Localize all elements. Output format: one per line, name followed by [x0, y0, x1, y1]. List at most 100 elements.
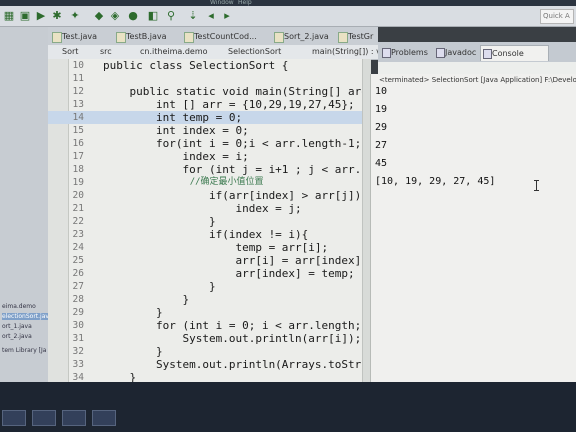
editor-tab-label: Test.java [62, 32, 98, 41]
console-toolbar [378, 62, 576, 74]
taskbar-button[interactable] [92, 410, 116, 426]
breadcrumb-project[interactable]: Sort [62, 45, 78, 59]
breadcrumb: Sort src cn.itheima.demo SelectionSort m… [48, 45, 378, 60]
explorer-item[interactable]: tem Library [Ja [2, 347, 48, 354]
taskbar-button[interactable] [2, 410, 26, 426]
code-line[interactable]: 19 //确定最小值位置 [48, 176, 370, 189]
breadcrumb-method[interactable]: main(String[]) : vo [312, 45, 378, 59]
search-icon[interactable]: ⚲ [164, 9, 178, 23]
problems-icon [382, 48, 391, 58]
code-line[interactable]: 23 if(index != i){ [48, 228, 370, 241]
code-line[interactable]: 14 int temp = 0; [48, 111, 370, 124]
code-line[interactable]: 24 temp = arr[i]; [48, 241, 370, 254]
code-line[interactable]: 11 [48, 72, 370, 85]
code-text: for (int i = 0; i < arr.length; i++) { [155, 319, 370, 332]
line-number: 18 [72, 164, 84, 175]
java-file-icon [338, 32, 348, 43]
code-line[interactable]: 27 } [48, 280, 370, 293]
console-status: <terminated> SelectionSort [Java Applica… [379, 76, 576, 84]
java-file-icon [184, 32, 194, 43]
line-number: 33 [72, 359, 84, 370]
code-text: index = i; [103, 150, 249, 163]
editor-tab[interactable]: Test.java [50, 29, 120, 44]
code-line[interactable]: 18 for (int j = i+1 ; j < arr.length; [48, 163, 370, 176]
code-line[interactable]: 22 } [48, 215, 370, 228]
editor-tab[interactable]: TestB.java [114, 29, 188, 44]
line-number: 13 [72, 99, 84, 110]
run-icon[interactable]: ▶ [34, 9, 48, 23]
code-line[interactable]: 29 } [48, 306, 370, 319]
forward-icon[interactable]: ▸ [220, 9, 234, 23]
line-number: 15 [72, 125, 84, 136]
code-text: int index = 0; [103, 124, 249, 137]
code-text: System.out.println(arr[i]); [103, 332, 362, 345]
code-line[interactable]: 26 arr[index] = temp; [48, 267, 370, 280]
tab-label: Console [492, 49, 524, 58]
debug-icon[interactable]: ✱ [50, 9, 64, 23]
code-text: } [103, 293, 190, 306]
editor-tab-label: Sort_2.java [284, 32, 329, 41]
new-java-project-icon[interactable]: ◆ [92, 9, 106, 23]
code-line[interactable]: 21 index = j; [48, 202, 370, 215]
line-number: 11 [72, 73, 84, 84]
editor-tab[interactable]: TestCountCod... [182, 29, 284, 44]
breadcrumb-folder[interactable]: src [100, 45, 112, 59]
line-number: 10 [72, 60, 84, 71]
taskbar-button[interactable] [32, 410, 56, 426]
new-file-icon[interactable]: ▦ [2, 9, 16, 23]
code-line[interactable]: 10 public class SelectionSort { [48, 59, 370, 72]
line-number: 32 [72, 346, 84, 357]
code-line[interactable]: 33 System.out.println(Arrays.toString(ar… [48, 358, 370, 371]
code-editor[interactable]: 10 public class SelectionSort {11 12 publi… [48, 59, 370, 382]
new-package-icon[interactable]: ◈ [108, 9, 122, 23]
code-text: temp = arr[i]; [103, 241, 329, 254]
editor-tab-label: TestCountCod... [194, 32, 257, 41]
line-number: 29 [72, 307, 84, 318]
tab-console[interactable]: Console [480, 45, 549, 61]
editor-tab-label: TestB.java [126, 32, 167, 41]
code-line[interactable]: 25 arr[i] = arr[index]; [48, 254, 370, 267]
taskbar-button[interactable] [62, 410, 86, 426]
editor-tab-bar: Test.java TestB.java TestCountCod... Sor… [48, 27, 378, 46]
explorer-item[interactable]: ort_2.java [2, 333, 48, 340]
code-text: index = j; [103, 202, 302, 215]
code-line[interactable]: 31 System.out.println(arr[i]); [48, 332, 370, 345]
code-line[interactable]: 28 } [48, 293, 370, 306]
next-annotation-icon[interactable]: ⇣ [186, 9, 200, 23]
console-view[interactable]: <terminated> SelectionSort [Java Applica… [370, 74, 576, 382]
line-number: 14 [72, 112, 84, 123]
code-text: } [103, 280, 216, 293]
java-file-icon [274, 32, 284, 43]
tab-label: Problems [391, 48, 428, 57]
console-icon [483, 49, 492, 59]
open-type-icon[interactable]: ◧ [146, 9, 160, 23]
code-line[interactable]: 16 for(int i = 0;i < arr.length-1; i++){ [48, 137, 370, 150]
code-line[interactable]: 20 if(arr[index] > arr[j]){ [48, 189, 370, 202]
explorer-item-selected[interactable]: electionSort.java [2, 313, 48, 320]
line-number: 23 [72, 229, 84, 240]
line-number: 27 [72, 281, 84, 292]
code-line[interactable]: 30 for (int i = 0; i < arr.length; i++) … [48, 319, 370, 332]
editor-tab-label: TestGr [348, 32, 374, 41]
new-class-icon[interactable]: ● [126, 9, 140, 23]
breadcrumb-package[interactable]: cn.itheima.demo [140, 45, 208, 59]
code-line[interactable]: 15 int index = 0; [48, 124, 370, 137]
code-text: arr[index] = temp; [103, 267, 355, 280]
explorer-item[interactable]: ort_1.java [2, 323, 48, 330]
main-toolbar: ▦ ▣ ▶ ✱ ✦ ◆ ◈ ● ◧ ⚲ ⇣ ◂ ▸ Quick A [0, 6, 576, 27]
java-file-icon [52, 32, 62, 43]
code-line[interactable]: 32 } [48, 345, 370, 358]
back-icon[interactable]: ◂ [204, 9, 218, 23]
save-icon[interactable]: ▣ [18, 9, 32, 23]
console-output-line: [10, 19, 29, 27, 45] [375, 176, 496, 187]
explorer-item[interactable]: eima.demo [2, 303, 48, 310]
code-line[interactable]: 12 public static void main(String[] args… [48, 85, 370, 98]
external-tools-icon[interactable]: ✦ [68, 9, 82, 23]
quick-access-input[interactable]: Quick A [540, 9, 574, 24]
code-line[interactable]: 17 index = i; [48, 150, 370, 163]
code-line[interactable]: 34 } [48, 371, 370, 382]
code-line[interactable]: 13 int [] arr = {10,29,19,27,45}; [48, 98, 370, 111]
package-explorer: eima.demo electionSort.java ort_1.java o… [0, 27, 49, 382]
editor-tab[interactable]: Sort_2.java [272, 29, 344, 44]
breadcrumb-class[interactable]: SelectionSort [228, 45, 281, 59]
